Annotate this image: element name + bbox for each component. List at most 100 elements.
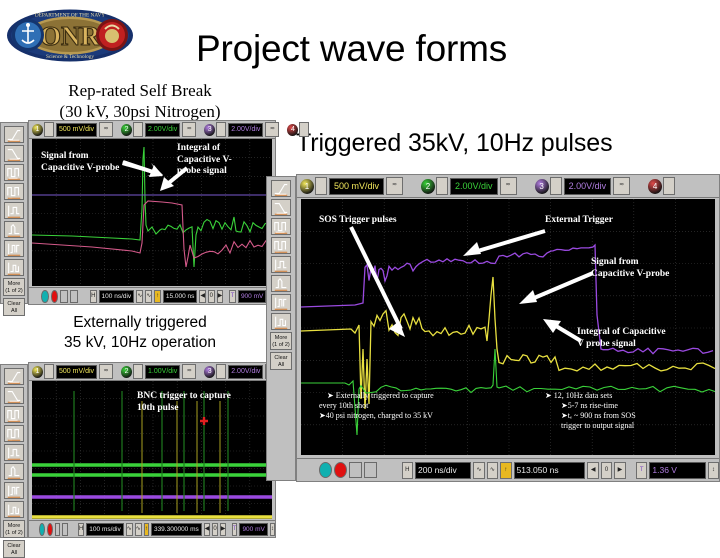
channel-1-indicator[interactable]: 1 (32, 365, 43, 378)
delay-increase-button[interactable]: ▶ (219, 522, 227, 536)
delay-reset-button[interactable]: 0 (600, 461, 613, 479)
channel-3-coupling-icon[interactable] (216, 364, 227, 379)
autoscale-button[interactable] (364, 462, 378, 478)
more-button[interactable]: More (1 of 2) (270, 332, 292, 350)
horizontal-label[interactable]: H (401, 461, 414, 479)
amplitude-icon[interactable] (271, 256, 291, 273)
trigger-level-stepper[interactable]: ↕ (707, 461, 720, 479)
stop-button[interactable] (50, 289, 59, 303)
trigger-level-value[interactable]: 1.36 V (649, 461, 706, 479)
channel-4-indicator[interactable]: 4 (648, 178, 663, 194)
channel-1-scale-value[interactable]: 500 mV/div (56, 364, 98, 379)
stop-button[interactable] (46, 522, 53, 536)
channel-4-control[interactable]: 4 (287, 122, 311, 137)
width-icon[interactable] (271, 237, 291, 254)
zoom-in-button[interactable]: ∿ (134, 522, 142, 536)
trigger-label[interactable]: T (231, 522, 238, 536)
trigger-level-stepper[interactable]: ↕ (269, 522, 275, 536)
delay-icon[interactable] (4, 240, 24, 257)
fall-time-icon[interactable] (4, 145, 24, 162)
channel-bar-self-break[interactable]: 1 500 mV/div ≂ 2 2.00V/div ≂ 3 2.00V/div ≂ 4 (29, 121, 310, 139)
channel-3-scale-value[interactable]: 2.00V/div (563, 177, 612, 195)
timebase-value[interactable]: 200 ns/div (415, 461, 472, 479)
channel-3-indicator[interactable]: 3 (204, 365, 216, 378)
delay-reset-button[interactable]: 0 (212, 522, 218, 536)
phase-icon[interactable] (271, 313, 291, 330)
autoscale-button[interactable] (62, 522, 69, 536)
trigger-label[interactable]: T (229, 289, 236, 303)
channel-3-coupling-icon[interactable] (216, 122, 227, 137)
channel-1-scale-stepper[interactable]: ≂ (386, 177, 404, 195)
delay-marker-icon[interactable]: ↑ (500, 461, 512, 479)
channel-1-indicator[interactable]: 1 (300, 178, 314, 194)
channel-1-coupling-icon[interactable] (315, 177, 327, 195)
amplitude-icon[interactable] (4, 202, 24, 219)
period-icon[interactable] (4, 164, 24, 181)
timebase-value[interactable]: 100 ns/div (98, 289, 135, 303)
horizontal-label[interactable]: H (89, 289, 97, 303)
channel-2-control[interactable]: 2 2.00V/div ≂ (421, 177, 517, 195)
delay-icon[interactable] (4, 482, 24, 499)
period-icon[interactable] (271, 218, 291, 235)
fall-time-icon[interactable] (271, 199, 291, 216)
delay-increase-button[interactable]: ▶ (614, 461, 626, 479)
channel-bar-triggered-35kv[interactable]: 1 500 mV/div ≂ 2 2.00V/div ≂ 3 2.00V/div ≂ 4 (297, 175, 719, 198)
channel-2-control[interactable]: 2 1.00V/div ≂ (121, 364, 197, 379)
delay-increase-button[interactable]: ▶ (216, 289, 224, 303)
zoom-in-button[interactable]: ∿ (486, 461, 499, 479)
zoom-out-button[interactable]: ∿ (136, 289, 144, 303)
bottom-bar-triggered-35kv[interactable]: H 200 ns/div ∿ ∿ ↑ 513.050 ns ◀ 0 ▶ T 1.36 V ↕ (297, 458, 720, 481)
delay-value[interactable]: 339.300000 ms (150, 522, 202, 536)
clear-all-button[interactable]: Clear All (3, 298, 25, 316)
zoom-out-button[interactable]: ∿ (473, 461, 485, 479)
scope-window-triggered-35kv[interactable]: 1 500 mV/div ≂ 2 2.00V/div ≂ 3 2.00V/div ≂ 4 SOS … (296, 174, 720, 482)
rise-time-icon[interactable] (271, 180, 291, 197)
more-button[interactable]: More (1 of 2) (3, 278, 25, 296)
more-button[interactable]: More (1 of 2) (3, 520, 25, 538)
stop-button[interactable] (334, 462, 348, 478)
channel-2-coupling-icon[interactable] (133, 364, 144, 379)
channel-3-coupling-icon[interactable] (549, 177, 562, 195)
timebase-value[interactable]: 100 ms/div (86, 522, 124, 536)
channel-2-indicator[interactable]: 2 (121, 365, 133, 378)
channel-2-scale-stepper[interactable]: ≂ (499, 177, 517, 195)
channel-3-indicator[interactable]: 3 (534, 178, 549, 194)
bottom-bar-external-trigger[interactable]: H 100 ms/div ∿ ∿ ↑ 339.300000 ms ◀ 0 ▶ T 900 mV ↕ (29, 520, 275, 537)
rise-time-icon[interactable] (4, 368, 24, 385)
channel-2-scale-value[interactable]: 1.00V/div (145, 364, 181, 379)
channel-1-coupling-icon[interactable] (44, 122, 54, 137)
measurement-toolbar-bottom-left[interactable]: More (1 of 2) Clear All (0, 364, 28, 558)
delay-value[interactable]: 513.050 ns (513, 461, 586, 479)
run-button[interactable] (319, 462, 333, 478)
delay-decrease-button[interactable]: ◀ (203, 522, 211, 536)
width-icon[interactable] (4, 183, 24, 200)
phase-icon[interactable] (4, 501, 24, 518)
single-button[interactable] (60, 289, 69, 303)
delay-marker-icon[interactable]: ↑ (143, 522, 149, 536)
channel-1-control[interactable]: 1 500 mV/div ≂ (300, 177, 404, 195)
channel-2-coupling-icon[interactable] (133, 122, 144, 137)
trigger-label[interactable]: T (635, 461, 648, 479)
overshoot-icon[interactable] (271, 275, 291, 292)
channel-2-coupling-icon[interactable] (436, 177, 449, 195)
measurement-toolbar-top-left[interactable]: More (1 of 2) Clear All (0, 122, 28, 316)
overshoot-icon[interactable] (4, 221, 24, 238)
channel-3-scale-stepper[interactable]: ≂ (613, 177, 631, 195)
trigger-level-value[interactable]: 900 mV (237, 289, 267, 303)
channel-2-scale-stepper[interactable]: ≂ (182, 364, 197, 379)
channel-4-coupling-icon[interactable] (663, 177, 676, 195)
channel-4-indicator[interactable]: 4 (287, 123, 299, 136)
fall-time-icon[interactable] (4, 387, 24, 404)
clear-all-button[interactable]: Clear All (3, 540, 25, 558)
channel-1-scale-value[interactable]: 500 mV/div (56, 122, 98, 137)
horizontal-label[interactable]: H (77, 522, 85, 536)
delay-marker-icon[interactable]: ↑ (154, 289, 161, 303)
zoom-out-button[interactable]: ∿ (125, 522, 133, 536)
amplitude-icon[interactable] (4, 444, 24, 461)
delay-decrease-button[interactable]: ◀ (199, 289, 207, 303)
channel-2-scale-value[interactable]: 2.00V/div (145, 122, 181, 137)
channel-3-indicator[interactable]: 3 (204, 123, 216, 136)
channel-3-scale-value[interactable]: 2.00V/div (228, 364, 264, 379)
width-icon[interactable] (4, 425, 24, 442)
channel-3-control[interactable]: 3 2.00V/div≂ (204, 122, 280, 137)
